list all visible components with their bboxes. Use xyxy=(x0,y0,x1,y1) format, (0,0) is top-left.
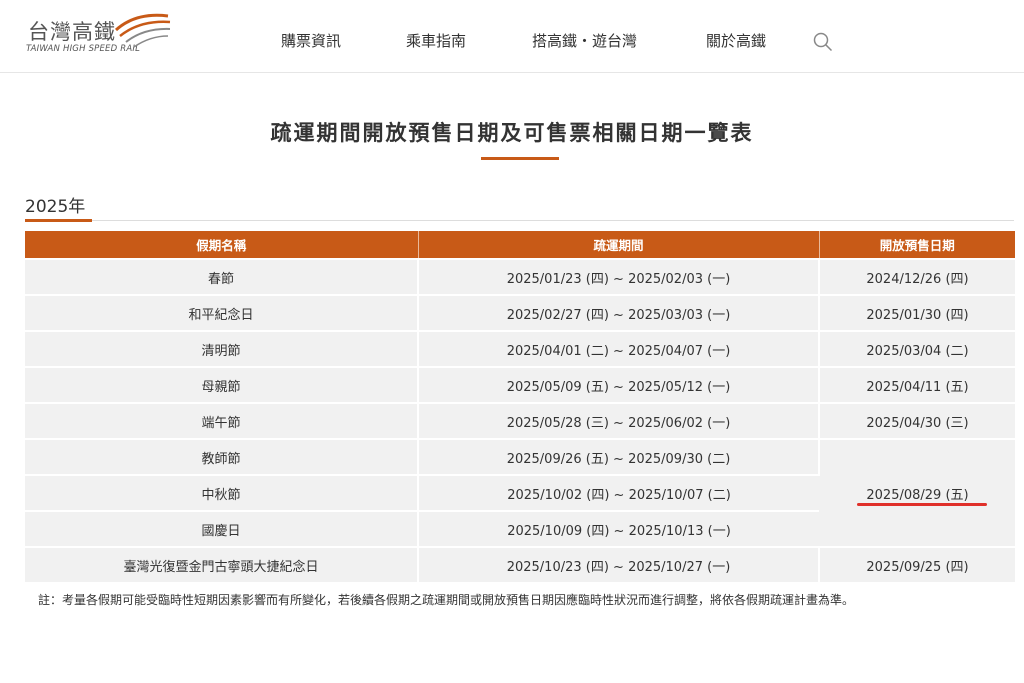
nav-ticket-info[interactable]: 購票資訊 xyxy=(281,30,341,51)
holiday-name-cell: 清明節 xyxy=(25,330,419,367)
presale-cell: 2025/04/11 (五) xyxy=(819,366,1015,403)
period-cell: 2025/05/28 (三) ~ 2025/06/02 (一) xyxy=(418,402,820,439)
highlight-underline xyxy=(857,503,987,506)
holiday-name-cell: 母親節 xyxy=(25,366,419,403)
holiday-schedule-table: 假期名稱 疏運期間 開放預售日期 春節 2025/01/23 (四) ~ 202… xyxy=(25,231,1015,582)
header-travel-period: 疏運期間 xyxy=(418,231,820,259)
title-underline xyxy=(481,157,559,160)
presale-cell: 2024/12/26 (四) xyxy=(819,258,1015,295)
holiday-name-cell: 端午節 xyxy=(25,402,419,439)
page-title: 疏運期間開放預售日期及可售票相關日期一覽表 xyxy=(270,121,754,145)
holiday-name-cell: 中秋節 xyxy=(25,474,419,511)
year-label: 2025年 xyxy=(25,197,86,217)
presale-cell: 2025/01/30 (四) xyxy=(819,294,1015,331)
nav-travel-taiwan[interactable]: 搭高鐵・遊台灣 xyxy=(532,30,637,51)
table-row: 春節 2025/01/23 (四) ~ 2025/02/03 (一) 2024/… xyxy=(25,258,1015,295)
nav-riding-guide[interactable]: 乘車指南 xyxy=(406,30,466,51)
thsr-logo[interactable]: 台灣高鐵 TAIWAN HIGH SPEED RAIL xyxy=(26,10,176,60)
period-cell: 2025/10/02 (四) ~ 2025/10/07 (二) xyxy=(418,474,819,511)
search-icon[interactable] xyxy=(813,32,833,52)
year-underline xyxy=(25,219,92,222)
table-row: 臺灣光復暨金門古寧頭大捷紀念日 2025/10/23 (四) ~ 2025/10… xyxy=(25,546,1015,582)
period-cell: 2025/09/26 (五) ~ 2025/09/30 (二) xyxy=(418,438,820,475)
table-row: 端午節 2025/05/28 (三) ~ 2025/06/02 (一) 2025… xyxy=(25,402,1015,439)
period-cell: 2025/05/09 (五) ~ 2025/05/12 (一) xyxy=(418,366,820,403)
period-cell: 2025/02/27 (四) ~ 2025/03/03 (一) xyxy=(418,294,820,331)
table-row: 教師節 2025/09/26 (五) ~ 2025/09/30 (二) 2025… xyxy=(25,438,1015,547)
holiday-name-cell: 春節 xyxy=(25,258,419,295)
period-cell: 2025/04/01 (二) ~ 2025/04/07 (一) xyxy=(418,330,820,367)
nav-about[interactable]: 關於高鐵 xyxy=(706,30,766,51)
period-cell: 2025/01/23 (四) ~ 2025/02/03 (一) xyxy=(418,258,820,295)
presale-cell: 2025/04/30 (三) xyxy=(819,402,1015,439)
holiday-name-cell: 臺灣光復暨金門古寧頭大捷紀念日 xyxy=(25,546,419,582)
merged-presale-cell: 2025/08/29 (五) xyxy=(819,438,1015,547)
site-header: 台灣高鐵 TAIWAN HIGH SPEED RAIL 購票資訊 乘車指南 搭高… xyxy=(0,0,1024,73)
holiday-name-cell: 教師節 xyxy=(25,438,419,475)
table-row: 和平紀念日 2025/02/27 (四) ~ 2025/03/03 (一) 20… xyxy=(25,294,1015,331)
presale-cell: 2025/09/25 (四) xyxy=(819,546,1015,582)
header-holiday-name: 假期名稱 xyxy=(25,231,419,259)
swoosh-logo-icon xyxy=(114,13,171,48)
footnote: 註：考量各假期可能受臨時性短期因素影響而有所變化，若後續各假期之疏運期間或開放預… xyxy=(38,593,855,607)
period-cell: 2025/10/23 (四) ~ 2025/10/27 (一) xyxy=(418,546,820,582)
holiday-name-cell: 國慶日 xyxy=(25,510,419,547)
year-divider xyxy=(92,220,1014,221)
holiday-name-cell: 和平紀念日 xyxy=(25,294,419,331)
table-header-row: 假期名稱 疏運期間 開放預售日期 xyxy=(25,231,1015,259)
table-row: 清明節 2025/04/01 (二) ~ 2025/04/07 (一) 2025… xyxy=(25,330,1015,367)
presale-cell: 2025/03/04 (二) xyxy=(819,330,1015,367)
logo-chinese-text: 台灣高鐵 xyxy=(28,20,116,44)
period-cell: 2025/10/09 (四) ~ 2025/10/13 (一) xyxy=(418,510,819,547)
header-presale-date: 開放預售日期 xyxy=(819,231,1015,259)
table-row: 母親節 2025/05/09 (五) ~ 2025/05/12 (一) 2025… xyxy=(25,366,1015,403)
